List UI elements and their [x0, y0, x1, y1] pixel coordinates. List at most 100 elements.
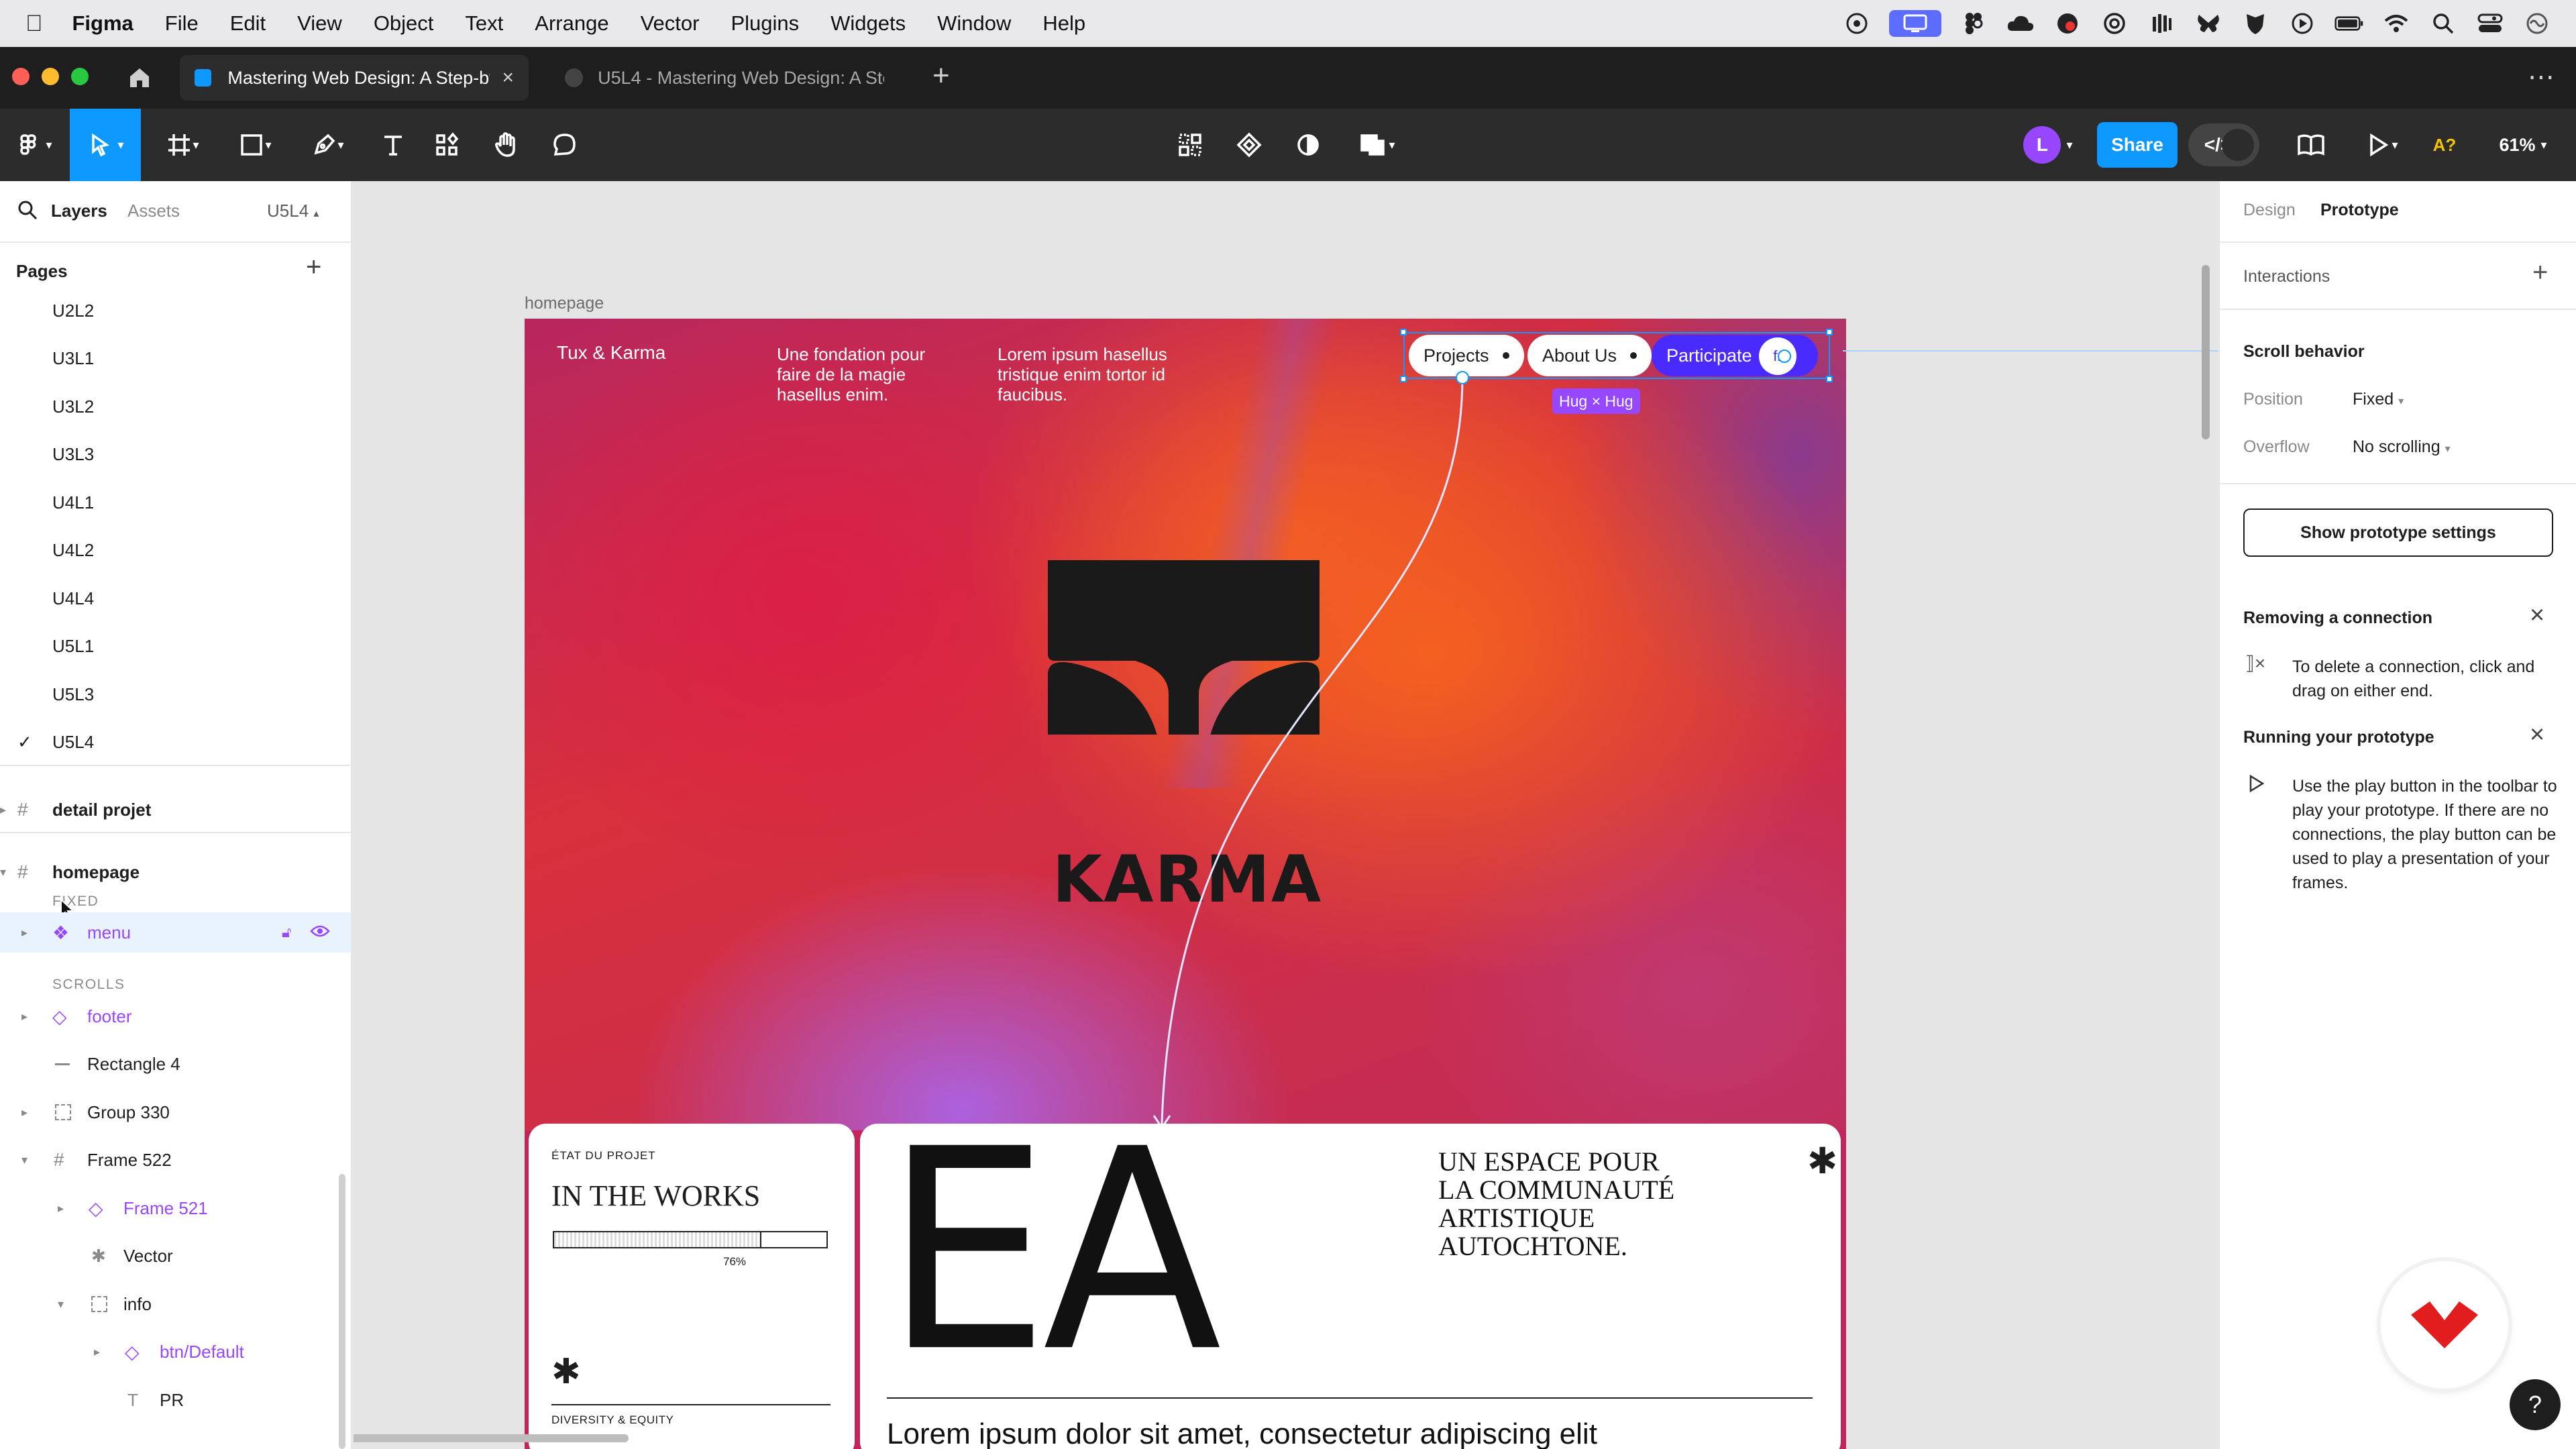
unlock-icon[interactable]: 🔓︎	[282, 924, 291, 941]
home-icon[interactable]	[126, 64, 153, 93]
add-page-icon[interactable]: +	[306, 252, 321, 282]
search-layers-icon[interactable]	[17, 200, 38, 223]
layer-frame-521[interactable]: ▸ ◇ Frame 521	[0, 1188, 351, 1228]
figma-tray-icon[interactable]	[1959, 10, 1988, 37]
caret-right-icon[interactable]: ▸	[21, 1010, 28, 1024]
help-button[interactable]: ?	[2510, 1379, 2561, 1430]
show-prototype-settings-button[interactable]: Show prototype settings	[2243, 508, 2553, 557]
audio-bars-icon[interactable]	[2147, 10, 2176, 37]
canvas-horizontal-scrollbar[interactable]	[354, 1434, 629, 1442]
pen-tool-button[interactable]: ▾	[301, 109, 354, 181]
new-tab-icon[interactable]: +	[932, 59, 950, 93]
multiplayer-avatar[interactable]: L ▾	[2012, 109, 2084, 181]
battery-icon[interactable]	[2334, 10, 2364, 37]
caret-down-icon[interactable]: ▾	[0, 865, 6, 879]
tab-assets[interactable]: Assets	[127, 201, 180, 221]
grid-layout-button[interactable]	[1170, 109, 1210, 181]
menu-object[interactable]: Object	[374, 11, 434, 36]
layer-rectangle-4[interactable]: Rectangle 4	[0, 1044, 351, 1084]
caret-down-icon[interactable]: ▾	[58, 1297, 64, 1311]
tab-active-file[interactable]: Mastering Web Design: A Step-by- ×	[180, 55, 529, 101]
close-icon[interactable]: ×	[2530, 720, 2544, 749]
menu-help[interactable]: Help	[1042, 11, 1085, 36]
canvas[interactable]: homepage Tux & Karma Une fondation pour …	[354, 181, 2218, 1449]
screen-share-icon[interactable]	[1889, 10, 1941, 37]
menu-widgets[interactable]: Widgets	[830, 11, 906, 36]
zoom-menu[interactable]: 61% ▾	[2486, 109, 2560, 181]
hand-tool-button[interactable]	[486, 109, 526, 181]
layer-frame-detail-projet[interactable]: ▸ # detail projet	[0, 790, 351, 830]
layer-frame-homepage[interactable]: ▾ # homepage	[0, 852, 351, 892]
tab-prototype[interactable]: Prototype	[2320, 201, 2399, 220]
layer-btn-default[interactable]: ▸ ◇ btn/Default	[0, 1332, 351, 1372]
page-item-u3l3[interactable]: U3L3	[0, 434, 351, 474]
present-button[interactable]: ▾	[2355, 109, 2408, 181]
page-item-u4l4[interactable]: U4L4	[0, 578, 351, 619]
layer-info[interactable]: ▾ info	[0, 1284, 351, 1324]
play-circle-icon[interactable]	[2288, 10, 2317, 37]
page-item-u2l2[interactable]: U2L2	[0, 290, 351, 331]
layer-pr[interactable]: T PR	[0, 1380, 351, 1420]
add-interaction-icon[interactable]: +	[2532, 258, 2548, 288]
position-select[interactable]: Fixed ▾	[2353, 390, 2404, 409]
create-component-button[interactable]	[1229, 109, 1269, 181]
layer-group-330[interactable]: ▸ Group 330	[0, 1092, 351, 1132]
text-tool-button[interactable]	[373, 109, 413, 181]
mask-button[interactable]	[1288, 109, 1328, 181]
page-item-u5l1[interactable]: U5L1	[0, 626, 351, 666]
menu-view[interactable]: View	[297, 11, 342, 36]
apple-icon[interactable]: 	[25, 11, 43, 37]
caret-right-icon[interactable]: ▸	[58, 1201, 64, 1216]
page-item-u3l2[interactable]: U3L2	[0, 386, 351, 427]
dev-mode-toggle[interactable]: </>	[2188, 123, 2259, 166]
comment-tool-button[interactable]	[545, 109, 585, 181]
siri-icon[interactable]	[2522, 10, 2552, 37]
caret-right-icon[interactable]: ▸	[0, 803, 6, 817]
layers-scrollbar[interactable]	[339, 1174, 345, 1449]
overflow-select[interactable]: No scrolling ▾	[2353, 437, 2451, 457]
menu-plugins[interactable]: Plugins	[731, 11, 799, 36]
window-minimize-button[interactable]	[42, 68, 59, 85]
menu-window[interactable]: Window	[937, 11, 1011, 36]
layer-vector[interactable]: ✱ Vector	[0, 1236, 351, 1276]
page-item-u5l4[interactable]: ✓ U5L4	[0, 722, 351, 762]
brand-widget[interactable]	[2381, 1261, 2508, 1389]
creative-cloud-icon[interactable]	[1842, 10, 1872, 37]
menu-text[interactable]: Text	[465, 11, 503, 36]
layer-menu[interactable]: ▸ ❖ menu 🔓︎	[0, 912, 351, 953]
share-button[interactable]: Share	[2097, 122, 2178, 168]
control-center-icon[interactable]	[2475, 10, 2505, 37]
close-icon[interactable]: ×	[2530, 601, 2544, 630]
caret-right-icon[interactable]: ▸	[21, 1106, 28, 1120]
canvas-vertical-scrollbar[interactable]	[2202, 265, 2210, 439]
window-maximize-button[interactable]	[71, 68, 89, 85]
eye-icon[interactable]	[310, 922, 330, 943]
library-button[interactable]	[2288, 109, 2334, 181]
resources-button[interactable]	[427, 109, 467, 181]
more-options-icon[interactable]: ⋯	[2528, 62, 2555, 93]
menu-app-figma[interactable]: Figma	[72, 11, 133, 36]
menu-arrange[interactable]: Arrange	[535, 11, 608, 36]
caret-right-icon[interactable]: ▸	[21, 926, 28, 940]
shape-tool-button[interactable]: ▾	[228, 109, 282, 181]
page-switcher[interactable]: U5L4 ▴	[267, 201, 319, 221]
layer-frame-522[interactable]: ▾ # Frame 522	[0, 1140, 351, 1180]
accessibility-check-icon[interactable]: A?	[2424, 109, 2465, 181]
spotlight-search-icon[interactable]	[2428, 10, 2458, 37]
layer-footer[interactable]: ▸ ◇ footer	[0, 996, 351, 1036]
window-close-button[interactable]	[12, 68, 30, 85]
boolean-ops-button[interactable]: ▾	[1347, 109, 1407, 181]
move-tool-button[interactable]: ▾	[70, 109, 141, 181]
caret-down-icon[interactable]: ▾	[21, 1153, 28, 1167]
caret-right-icon[interactable]: ▸	[94, 1345, 100, 1359]
page-item-u3l1[interactable]: U3L1	[0, 338, 351, 378]
main-menu-button[interactable]: ▾	[11, 109, 58, 181]
page-item-u4l2[interactable]: U4L2	[0, 530, 351, 570]
menu-file[interactable]: File	[165, 11, 199, 36]
frame-tool-button[interactable]: ▾	[156, 109, 209, 181]
menu-vector[interactable]: Vector	[641, 11, 700, 36]
cursor-app-icon[interactable]	[2053, 10, 2082, 37]
wifi-icon[interactable]	[2381, 10, 2411, 37]
prototype-connection-line[interactable]	[525, 319, 1846, 1130]
at-sign-icon[interactable]	[2100, 10, 2129, 37]
